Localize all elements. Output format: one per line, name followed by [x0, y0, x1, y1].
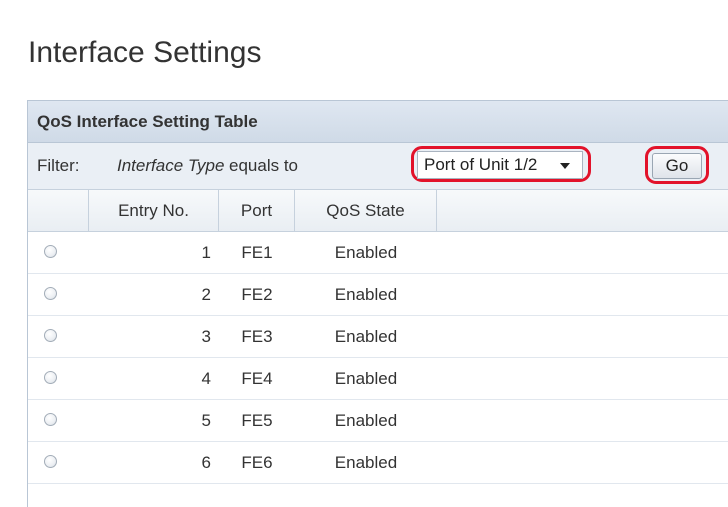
row-qos-state: Enabled: [334, 243, 398, 262]
row-radio-button[interactable]: [44, 329, 57, 342]
header-port: Port: [219, 190, 295, 231]
table-row: 6 FE6 Enabled: [28, 442, 728, 484]
header-qos-state: QoS State: [295, 190, 437, 231]
row-port: FE3: [241, 327, 273, 346]
table-caption: QoS Interface Setting Table: [28, 101, 728, 143]
go-button[interactable]: Go: [652, 153, 702, 179]
qos-interface-table: QoS Interface Setting Table Filter: Inte…: [27, 100, 728, 507]
page: Interface Settings QoS Interface Setting…: [0, 0, 728, 507]
row-entry-no: 1: [201, 243, 211, 262]
row-qos-state: Enabled: [334, 285, 398, 304]
top-band: [0, 0, 728, 14]
row-radio-button[interactable]: [44, 455, 57, 468]
filter-operator: equals to: [229, 156, 298, 175]
row-port: FE5: [241, 411, 273, 430]
row-radio-button[interactable]: [44, 371, 57, 384]
row-radio-button[interactable]: [44, 413, 57, 426]
row-entry-no: 3: [201, 327, 211, 346]
filter-label: Filter:: [37, 156, 80, 175]
header-select: [28, 190, 89, 231]
row-radio-button[interactable]: [44, 245, 57, 258]
row-entry-no: 2: [201, 285, 211, 304]
table-row: 3 FE3 Enabled: [28, 316, 728, 358]
content-area: Interface Settings QoS Interface Setting…: [18, 14, 728, 507]
table-header-row: Entry No. Port QoS State: [28, 190, 728, 232]
row-qos-state: Enabled: [334, 411, 398, 430]
table-row: 4 FE4 Enabled: [28, 358, 728, 400]
row-port: FE2: [241, 285, 273, 304]
row-qos-state: Enabled: [334, 453, 398, 472]
row-qos-state: Enabled: [334, 327, 398, 346]
filter-bar: Filter: Interface Type equals to Port of…: [28, 143, 728, 190]
interface-type-select[interactable]: Port of Unit 1/2: [417, 151, 583, 179]
row-port: FE1: [241, 243, 273, 262]
row-port: FE4: [241, 369, 273, 388]
chevron-down-icon: [560, 163, 570, 169]
row-entry-no: 6: [201, 453, 211, 472]
row-entry-no: 5: [201, 411, 211, 430]
row-radio-button[interactable]: [44, 287, 57, 300]
row-entry-no: 4: [201, 369, 211, 388]
table-row: 5 FE5 Enabled: [28, 400, 728, 442]
header-entry-no: Entry No.: [89, 190, 219, 231]
page-title: Interface Settings: [28, 36, 262, 69]
table-caption-text: QoS Interface Setting Table: [37, 111, 258, 131]
table-row: 2 FE2 Enabled: [28, 274, 728, 316]
filter-field-name: Interface Type: [117, 156, 225, 175]
table-row: 1 FE1 Enabled: [28, 232, 728, 274]
row-port: FE6: [241, 453, 273, 472]
row-qos-state: Enabled: [334, 369, 398, 388]
interface-type-select-value: Port of Unit 1/2: [424, 155, 538, 174]
